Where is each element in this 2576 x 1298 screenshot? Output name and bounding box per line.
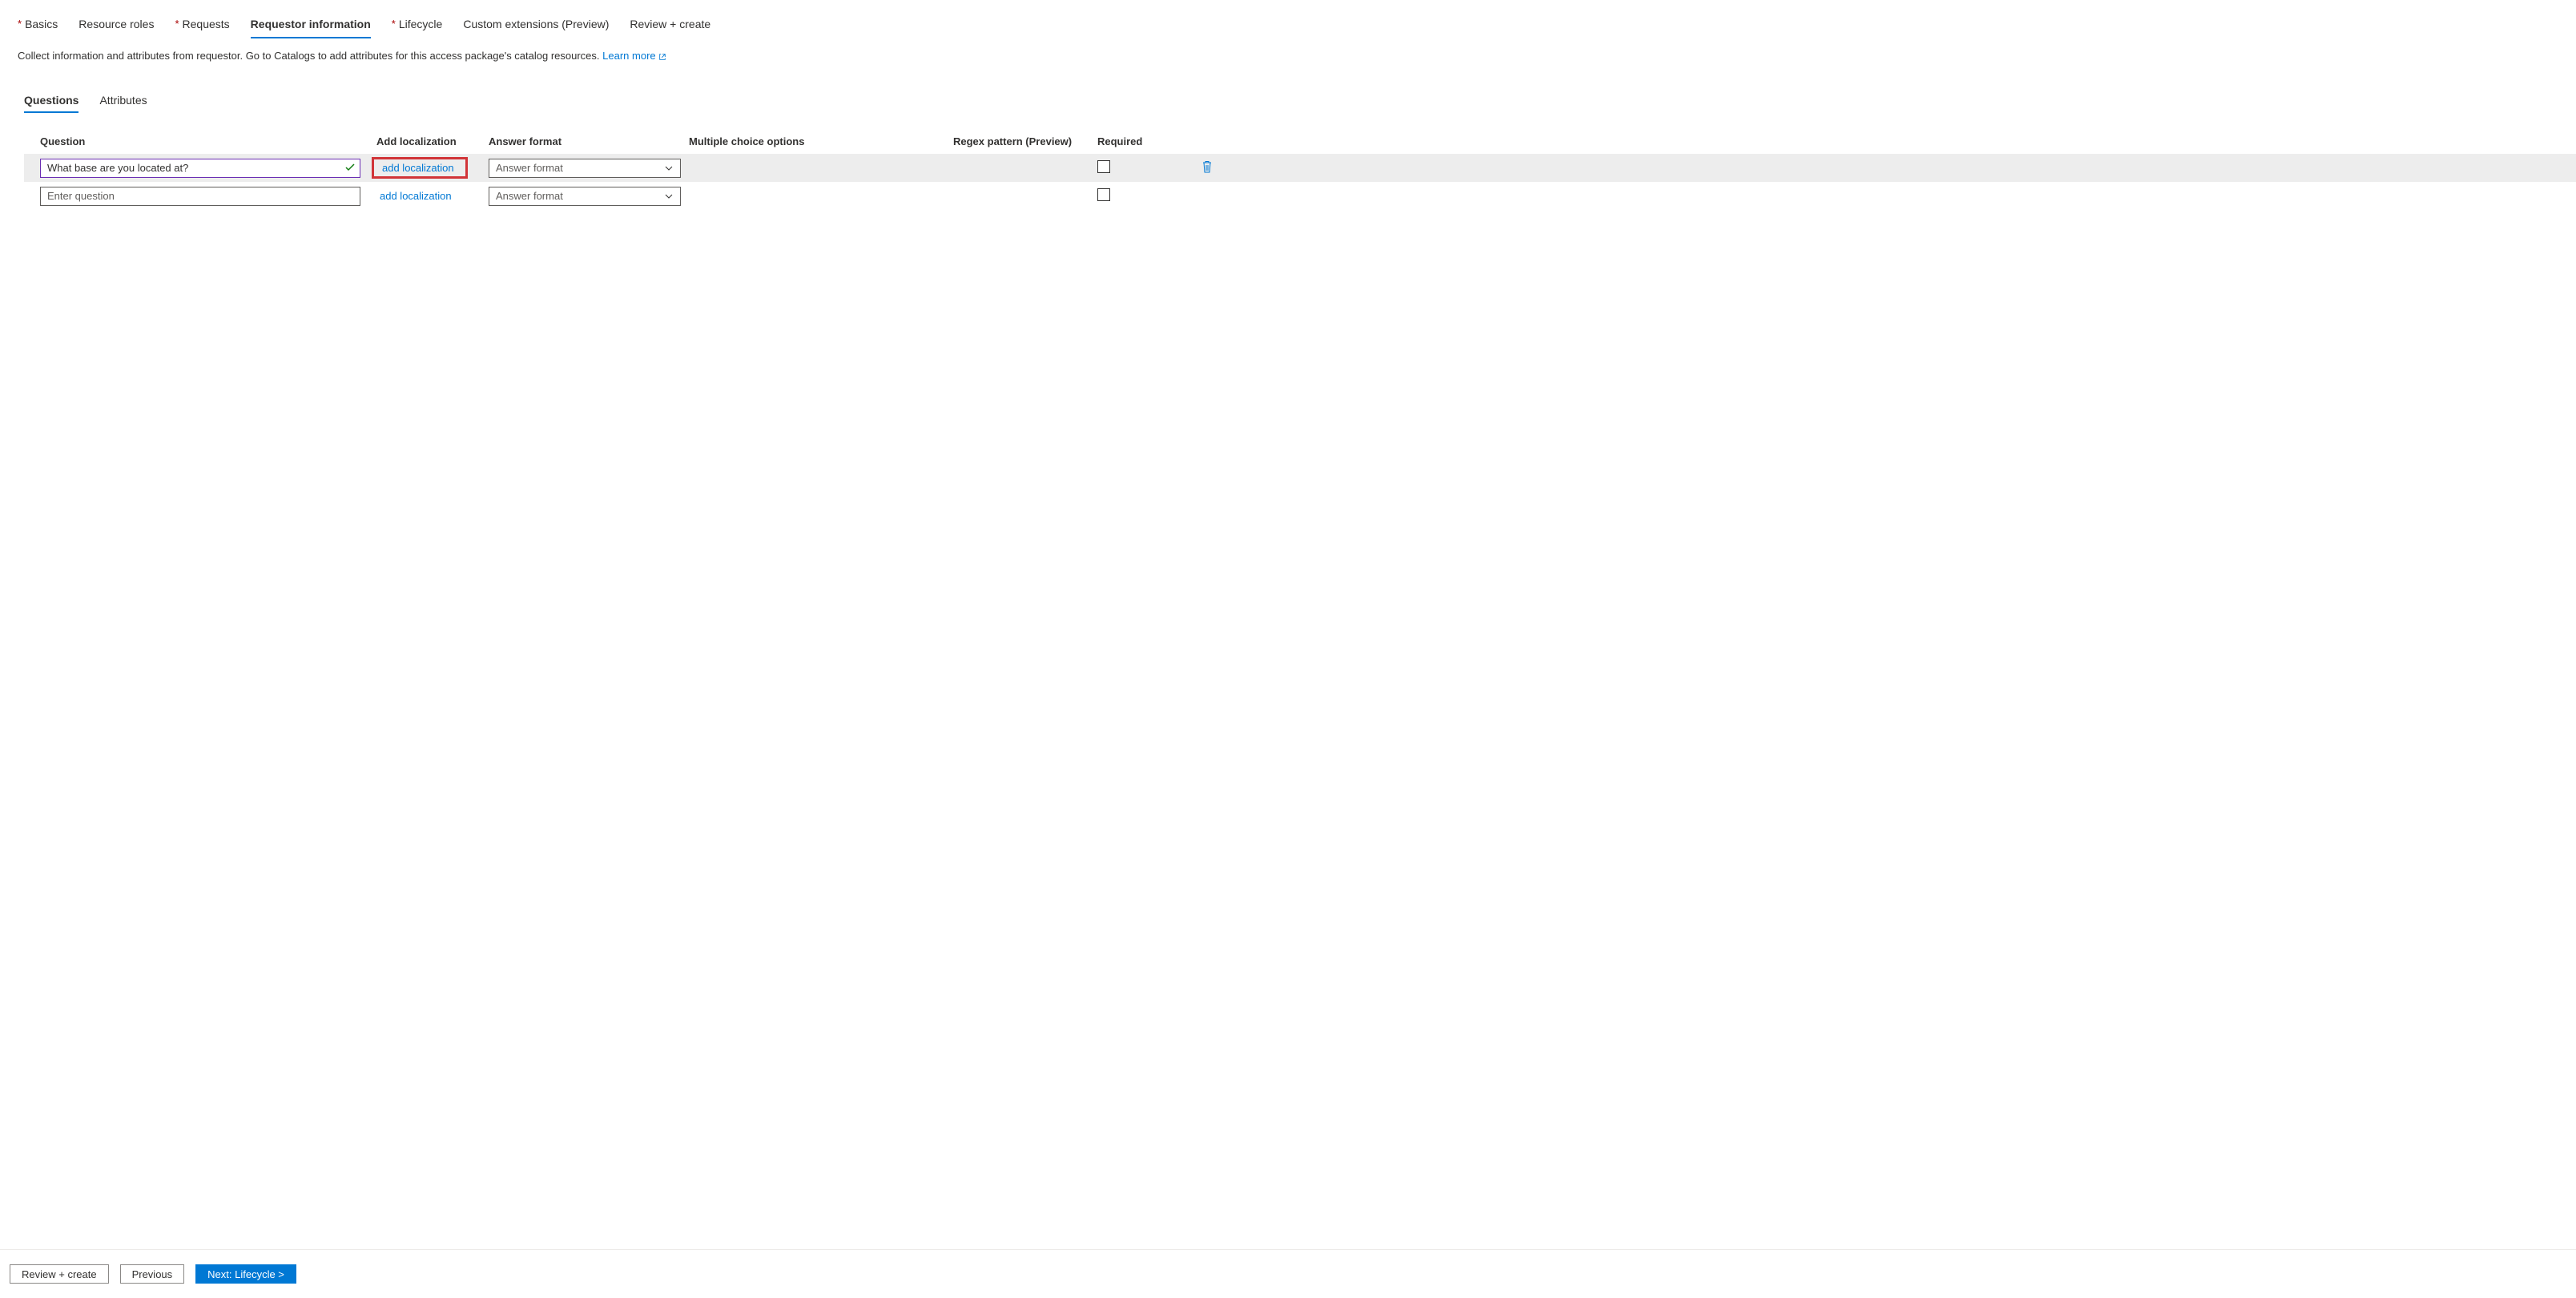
next-button[interactable]: Next: Lifecycle > xyxy=(195,1264,296,1284)
answer-format-select[interactable]: Answer format xyxy=(489,159,681,178)
tab-requestor-information[interactable]: Requestor information xyxy=(251,18,371,38)
chevron-down-icon xyxy=(664,191,674,201)
sub-tabs: Questions Attributes xyxy=(0,62,2576,113)
question-row: add localization Answer format xyxy=(24,182,2576,210)
header-required: Required xyxy=(1097,135,1201,147)
learn-more-link[interactable]: Learn more xyxy=(602,50,666,62)
subtab-questions[interactable]: Questions xyxy=(24,94,78,113)
add-localization-highlight: add localization xyxy=(372,157,468,179)
tab-requests[interactable]: *Requests xyxy=(175,18,229,38)
page-description: Collect information and attributes from … xyxy=(0,38,2576,62)
header-add-localization: Add localization xyxy=(376,135,489,147)
question-input[interactable] xyxy=(40,159,360,178)
previous-button[interactable]: Previous xyxy=(120,1264,185,1284)
required-checkbox[interactable] xyxy=(1097,188,1110,201)
wizard-footer: Review + create Previous Next: Lifecycle… xyxy=(0,1249,2576,1298)
questions-table: Question Add localization Answer format … xyxy=(0,113,2576,210)
question-row: add localization Answer format xyxy=(24,154,2576,182)
answer-format-select[interactable]: Answer format xyxy=(489,187,681,206)
tab-lifecycle[interactable]: *Lifecycle xyxy=(392,18,443,38)
tab-review-create[interactable]: Review + create xyxy=(630,18,710,38)
header-answer-format: Answer format xyxy=(489,135,689,147)
add-localization-link[interactable]: add localization xyxy=(376,188,455,204)
external-link-icon xyxy=(658,53,666,61)
question-input[interactable] xyxy=(40,187,360,206)
header-question: Question xyxy=(40,135,376,147)
review-create-button[interactable]: Review + create xyxy=(10,1264,109,1284)
subtab-attributes[interactable]: Attributes xyxy=(99,94,147,113)
header-multiple-choice: Multiple choice options xyxy=(689,135,953,147)
add-localization-link[interactable]: add localization xyxy=(379,160,457,175)
required-checkbox[interactable] xyxy=(1097,160,1110,173)
wizard-tabs: *Basics Resource roles *Requests Request… xyxy=(0,0,2576,38)
chevron-down-icon xyxy=(664,163,674,173)
delete-icon[interactable] xyxy=(1201,160,1213,173)
tab-resource-roles[interactable]: Resource roles xyxy=(78,18,154,38)
valid-check-icon xyxy=(344,162,356,175)
tab-basics[interactable]: *Basics xyxy=(18,18,58,38)
tab-custom-extensions[interactable]: Custom extensions (Preview) xyxy=(463,18,609,38)
header-regex: Regex pattern (Preview) xyxy=(953,135,1097,147)
